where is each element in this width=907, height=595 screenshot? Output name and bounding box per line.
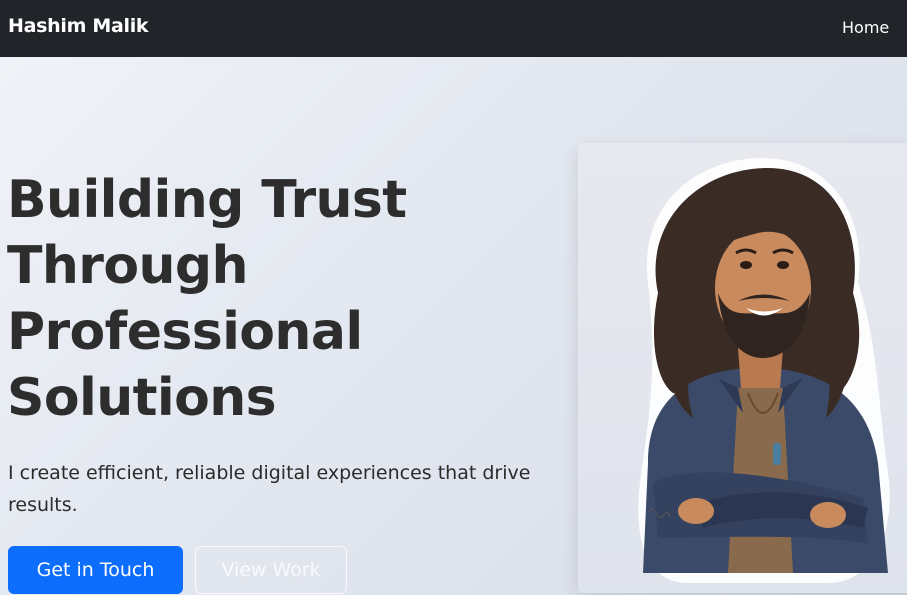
brand-logo[interactable]: Hashim Malik	[8, 15, 149, 37]
navbar: Hashim Malik Home	[0, 0, 907, 57]
headline-line: Building Trust	[7, 170, 407, 230]
hero-headline: Building Trust Through Professional Solu…	[7, 167, 507, 431]
view-work-button[interactable]: View Work	[195, 546, 347, 594]
headline-line: Solutions	[7, 368, 277, 428]
hero-lead-text: I create efficient, reliable digital exp…	[8, 462, 531, 516]
portrait-illustration	[638, 158, 890, 583]
portrait-card	[578, 143, 907, 593]
hero-section: Building Trust Through Professional Solu…	[0, 57, 907, 595]
headline-line: Through	[7, 236, 249, 296]
headline-line: Professional	[7, 302, 363, 362]
nav-link-home[interactable]: Home	[842, 18, 889, 37]
get-in-touch-button[interactable]: Get in Touch	[8, 546, 183, 594]
